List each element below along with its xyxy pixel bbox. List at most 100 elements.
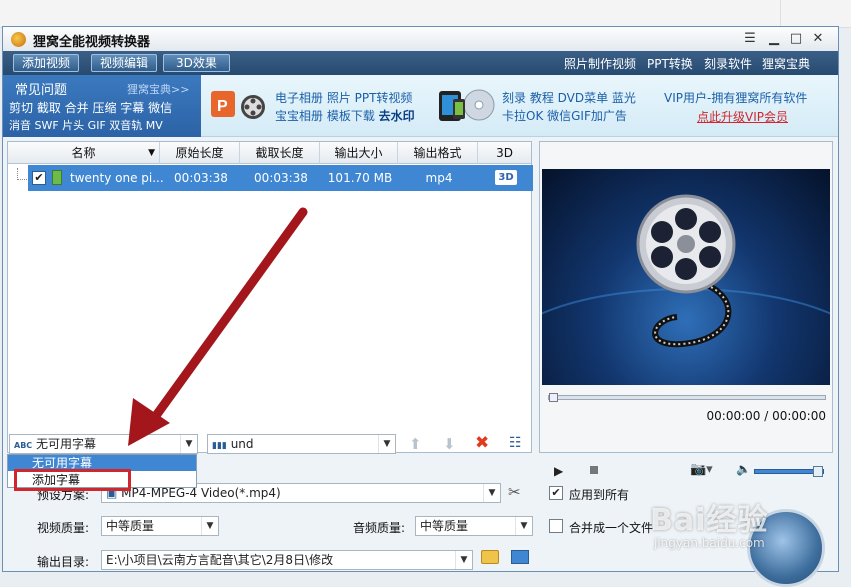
chevron-down-icon[interactable]: ▼ bbox=[455, 551, 472, 569]
list-header: 名称 ▼ 原始长度 截取长度 输出大小 输出格式 3D bbox=[8, 142, 531, 164]
volume-handle[interactable] bbox=[813, 466, 823, 477]
output-dir-value: E:\小项目\云南方言配音\其它\2月8日\修改 bbox=[106, 553, 334, 567]
row-name: twenty one pi... bbox=[70, 171, 164, 185]
ppt-film-icon: P bbox=[209, 87, 269, 123]
apply-all-label: 应用到所有 bbox=[569, 488, 630, 502]
add-video-button[interactable]: 添加视频 bbox=[13, 54, 80, 72]
move-down-icon[interactable]: ⬇ bbox=[443, 435, 456, 453]
settings-tools-icon[interactable]: ✂ bbox=[508, 483, 521, 501]
video-quality-value: 中等质量 bbox=[106, 519, 155, 533]
link-guide[interactable]: 狸窝宝典 bbox=[762, 55, 810, 72]
column-name-label: 名称 bbox=[71, 146, 96, 160]
column-name[interactable]: 名称 ▼ bbox=[8, 142, 160, 164]
close-icon[interactable]: ✕ bbox=[809, 30, 827, 48]
delete-icon[interactable]: ✖ bbox=[475, 433, 489, 453]
faq-line-1[interactable]: 剪切 截取 合并 压缩 字幕 微信 bbox=[9, 99, 172, 116]
open-output-icon[interactable] bbox=[511, 550, 529, 564]
vip-upgrade-link[interactable]: 点此升级VIP会员 bbox=[697, 108, 788, 125]
volume-slider[interactable] bbox=[754, 466, 824, 477]
audio-track-icon: ▮▮▮ bbox=[212, 441, 227, 451]
video-file-icon bbox=[52, 170, 62, 185]
folder-icon[interactable] bbox=[481, 550, 499, 564]
audio-track-select[interactable]: ▮▮▮ und ▼ bbox=[207, 434, 396, 454]
output-dir-label: 输出目录: bbox=[37, 555, 90, 569]
column-original-length[interactable]: 原始长度 bbox=[160, 142, 240, 164]
row-original-length: 00:03:38 bbox=[174, 171, 228, 185]
faq-line-2[interactable]: 消音 SWF 片头 GIF 双音轨 MV bbox=[9, 117, 163, 133]
svg-text:P: P bbox=[217, 98, 228, 115]
3d-setting-icon[interactable]: 3D bbox=[495, 170, 517, 185]
preview-panel: 00:00:00 / 00:00:00 ▶ 📷▾ 🔈 bbox=[539, 141, 833, 478]
faq-panel: 常见问题 狸窝宝典>> 剪切 截取 合并 压缩 字幕 微信 消音 SWF 片头 … bbox=[3, 75, 201, 137]
ad-banner: 常见问题 狸窝宝典>> 剪切 截取 合并 压缩 字幕 微信 消音 SWF 片头 … bbox=[3, 75, 838, 137]
row-checkbox[interactable]: ✔ bbox=[32, 171, 46, 185]
devices-disc-icon bbox=[435, 85, 497, 125]
audio-quality-select[interactable]: 中等质量 ▼ bbox=[415, 516, 533, 536]
highlight-box bbox=[14, 469, 131, 491]
app-logo-icon bbox=[11, 32, 26, 47]
preview-video bbox=[542, 169, 830, 385]
video-quality-label: 视频质量: bbox=[37, 521, 90, 535]
link-ppt[interactable]: PPT转换 bbox=[647, 55, 693, 72]
time-readout: 00:00:00 / 00:00:00 bbox=[706, 409, 826, 423]
ad-link-watermark[interactable]: 去水印 bbox=[379, 109, 415, 123]
apply-all-checkbox[interactable]: ✔ bbox=[549, 486, 563, 500]
chevron-down-icon[interactable]: ▼ bbox=[483, 484, 500, 502]
row-clip-length: 00:03:38 bbox=[254, 171, 308, 185]
vip-info: VIP用户-拥有狸窝所有软件 bbox=[664, 91, 808, 105]
move-up-icon[interactable]: ⬆ bbox=[409, 435, 422, 453]
play-icon[interactable]: ▶ bbox=[554, 464, 563, 478]
chevron-down-icon[interactable]: ▼ bbox=[180, 435, 197, 453]
camera-icon[interactable]: 📷▾ bbox=[690, 462, 713, 477]
ad-link-baby-text: 宝宝相册 模板下载 bbox=[275, 109, 379, 123]
file-list: 名称 ▼ 原始长度 截取长度 输出大小 输出格式 3D ✔ twenty one… bbox=[7, 141, 533, 453]
table-row[interactable]: ✔ twenty one pi... 00:03:38 00:03:38 101… bbox=[28, 165, 533, 191]
background-page bbox=[0, 0, 851, 28]
watermark-url: jingyan.baidu.com bbox=[654, 536, 765, 550]
menu-icon[interactable]: ☰ bbox=[741, 30, 759, 48]
preset-value: MP4-MPEG-4 Video(*.mp4) bbox=[121, 486, 281, 500]
link-burn[interactable]: 刻录软件 bbox=[704, 55, 752, 72]
audio-quality-value: 中等质量 bbox=[420, 519, 469, 533]
video-quality-select[interactable]: 中等质量 ▼ bbox=[101, 516, 219, 536]
faq-more-link[interactable]: 狸窝宝典>> bbox=[127, 81, 189, 97]
ad-link-album[interactable]: 电子相册 照片 PPT转视频 bbox=[275, 89, 412, 106]
video-edit-button[interactable]: 视频编辑 bbox=[91, 54, 158, 72]
maximize-icon[interactable]: □ bbox=[787, 30, 805, 48]
3d-effect-button[interactable]: 3D效果 bbox=[163, 54, 230, 72]
seek-bar[interactable] bbox=[548, 393, 826, 402]
faq-title: 常见问题 bbox=[15, 83, 68, 98]
subtitle-select[interactable]: ABC 无可用字幕 ▼ bbox=[9, 434, 198, 454]
output-dir-select[interactable]: E:\小项目\云南方言配音\其它\2月8日\修改 ▼ bbox=[101, 550, 473, 570]
merge-checkbox[interactable] bbox=[549, 519, 563, 533]
subtitle-selected: 无可用字幕 bbox=[36, 437, 97, 451]
stop-icon[interactable] bbox=[590, 466, 598, 474]
chevron-down-icon[interactable]: ▼ bbox=[378, 435, 395, 453]
row-output-size: 101.70 MB bbox=[327, 171, 393, 185]
audio-selected: und bbox=[230, 437, 254, 451]
tree-line bbox=[17, 168, 27, 180]
subtitle-abc-icon: ABC bbox=[14, 441, 33, 450]
column-output-size[interactable]: 输出大小 bbox=[320, 142, 398, 164]
link-photo-video[interactable]: 照片制作视频 bbox=[564, 55, 636, 72]
app-title: 狸窝全能视频转换器 bbox=[33, 35, 151, 50]
ad-link-burn[interactable]: 刻录 教程 DVD菜单 蓝光 bbox=[502, 89, 636, 106]
volume-icon[interactable]: 🔈 bbox=[736, 462, 751, 476]
watermark-logo: Bai经验 bbox=[650, 503, 769, 538]
minimize-icon[interactable]: ▁ bbox=[765, 30, 783, 48]
seek-handle[interactable] bbox=[549, 393, 558, 402]
merge-label: 合并成一个文件 bbox=[569, 521, 654, 535]
ad-link-baby-album[interactable]: 宝宝相册 模板下载 去水印 bbox=[275, 107, 415, 124]
column-3d[interactable]: 3D bbox=[478, 142, 531, 164]
column-clip-length[interactable]: 截取长度 bbox=[240, 142, 320, 164]
film-reel-icon bbox=[542, 194, 830, 348]
chevron-down-icon[interactable]: ▼ bbox=[515, 517, 532, 535]
chevron-down-icon[interactable]: ▼ bbox=[201, 517, 218, 535]
column-format[interactable]: 输出格式 bbox=[398, 142, 478, 164]
ad-link-karaoke[interactable]: 卡拉OK 微信GIF加广告 bbox=[502, 107, 627, 124]
title-bar: 狸窝全能视频转换器 ☰ ▁ □ ✕ bbox=[3, 27, 838, 51]
toolbar: 添加视频 视频编辑 3D效果 照片制作视频 PPT转换 刻录软件 狸窝宝典 bbox=[3, 51, 838, 75]
sort-down-icon: ▼ bbox=[148, 148, 155, 158]
row-format: mp4 bbox=[425, 171, 453, 185]
list-clear-icon[interactable]: ☷ bbox=[509, 435, 522, 451]
